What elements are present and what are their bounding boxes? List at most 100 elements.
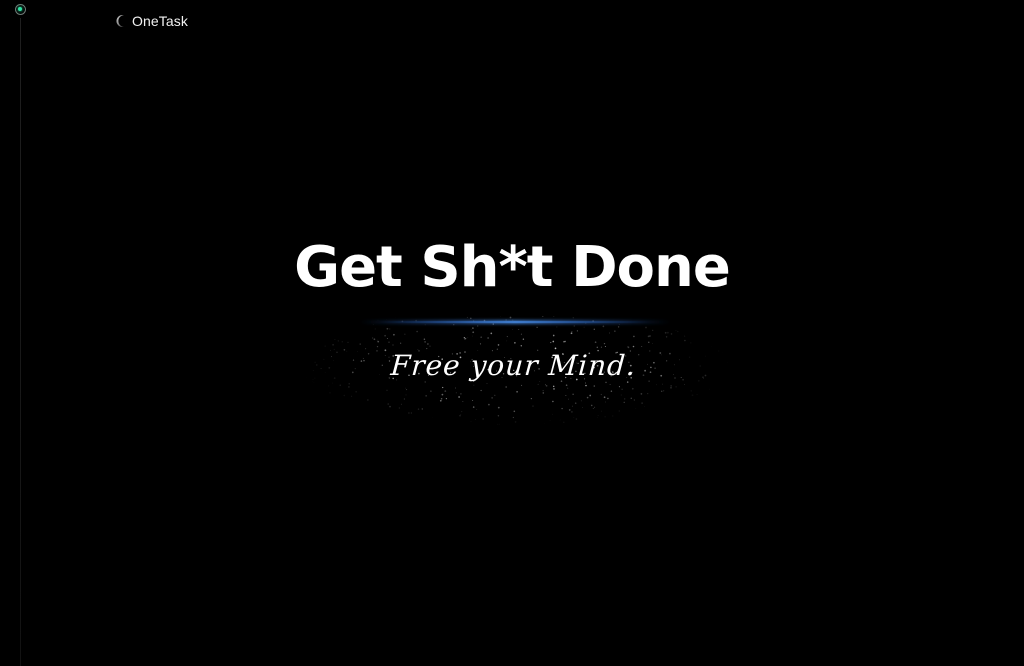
sparkle-star	[386, 337, 388, 340]
sparkle-star	[589, 394, 592, 397]
sparkle-star	[432, 417, 433, 418]
sparkle-star	[568, 409, 571, 411]
sparkle-star	[461, 411, 463, 413]
sparkle-star	[386, 327, 389, 330]
sparkle-star	[611, 415, 614, 417]
sparkle-star	[542, 392, 545, 394]
sparkle-star	[472, 331, 475, 334]
sparkle-star	[476, 409, 478, 410]
sparkle-star	[522, 338, 525, 340]
sparkle-star	[684, 339, 686, 342]
glow-divider	[360, 320, 670, 324]
sparkle-star	[601, 410, 602, 412]
sparkle-star	[633, 335, 635, 338]
sparkle-star	[542, 390, 544, 392]
sparkle-star	[549, 420, 551, 422]
sparkle-star	[430, 390, 432, 392]
sparkle-star	[665, 336, 668, 338]
sparkle-star	[406, 389, 408, 391]
sparkle-star	[565, 395, 567, 396]
sparkle-star	[709, 389, 710, 390]
sparkle-star	[600, 393, 602, 396]
sparkle-star	[343, 394, 346, 397]
sparkle-star	[530, 397, 533, 400]
sparkle-star	[464, 338, 467, 340]
sparkle-star	[440, 397, 443, 400]
sparkle-star	[442, 386, 444, 389]
sparkle-star	[641, 402, 643, 404]
sparkle-star	[423, 338, 426, 340]
sparkle-star	[559, 419, 561, 421]
sparkle-star	[571, 411, 573, 413]
sparkle-star	[664, 331, 667, 334]
sparkle-star	[544, 423, 546, 425]
sparkle-star	[416, 330, 418, 333]
sparkle-star	[582, 407, 583, 409]
sparkle-star	[458, 396, 460, 398]
sparkle-star	[410, 412, 413, 414]
sparkle-star	[631, 387, 634, 390]
sparkle-star	[355, 390, 358, 393]
sparkle-star	[400, 403, 402, 405]
sparkle-star	[644, 405, 645, 407]
sparkle-star	[497, 415, 500, 417]
sparkle-star	[618, 410, 620, 412]
sparkle-star	[372, 337, 374, 339]
sparkle-star	[624, 398, 626, 400]
sparkle-star	[640, 393, 643, 395]
sparkle-star	[667, 331, 669, 334]
sparkle-star	[351, 395, 353, 397]
sparkle-star	[553, 388, 555, 390]
sparkle-star	[675, 330, 677, 332]
sparkle-star	[609, 332, 610, 334]
sparkle-star	[518, 328, 520, 330]
sparkle-star	[386, 389, 388, 391]
active-dot-icon	[15, 4, 26, 15]
sparkle-star	[425, 395, 427, 397]
sparkle-star	[677, 330, 679, 333]
sparkle-star	[467, 337, 469, 338]
sparkle-star	[404, 333, 406, 335]
sparkle-star	[684, 335, 686, 337]
sparkle-star	[652, 329, 654, 331]
sparkle-star	[376, 339, 378, 341]
sparkle-star	[647, 335, 650, 338]
sparkle-star	[580, 400, 582, 402]
sparkle-star	[444, 390, 447, 392]
sparkle-star	[384, 334, 386, 337]
sparkle-star	[633, 399, 635, 401]
hero-headline: Get Sh*t Done	[294, 235, 731, 300]
tagline-text: Free your Mind.	[389, 349, 637, 382]
sparkle-star	[499, 424, 500, 425]
sparkle-star	[691, 394, 694, 397]
sparkle-star	[497, 406, 500, 409]
sparkle-star	[514, 421, 517, 423]
sparkle-star	[417, 408, 420, 410]
sparkle-star	[459, 415, 461, 417]
sparkle-star	[603, 396, 606, 399]
sparkle-star	[516, 390, 518, 393]
sparkle-star	[635, 408, 637, 409]
sparkle-star	[389, 328, 391, 330]
sparkle-star	[592, 408, 594, 409]
sparkle-star	[367, 399, 369, 401]
sparkle-star	[552, 400, 554, 403]
sparkle-star	[472, 335, 473, 337]
sparkle-star	[398, 407, 400, 409]
sparkle-star	[597, 414, 599, 416]
sparkle-star	[482, 418, 484, 420]
sparkle-star	[568, 398, 569, 400]
sparkle-star	[623, 401, 625, 403]
sparkle-star	[494, 394, 496, 396]
sparkle-star	[590, 404, 593, 407]
sparkle-star	[373, 338, 376, 341]
brand-logo-link[interactable]: OneTask	[116, 13, 188, 29]
sparkle-star	[487, 337, 489, 339]
sparkle-star	[520, 333, 522, 335]
sparkle-star	[506, 336, 508, 338]
sparkle-star	[512, 329, 513, 330]
sparkle-star	[497, 424, 498, 425]
sparkle-star	[574, 402, 577, 404]
sparkle-star	[670, 386, 672, 389]
sparkle-star	[464, 338, 466, 340]
